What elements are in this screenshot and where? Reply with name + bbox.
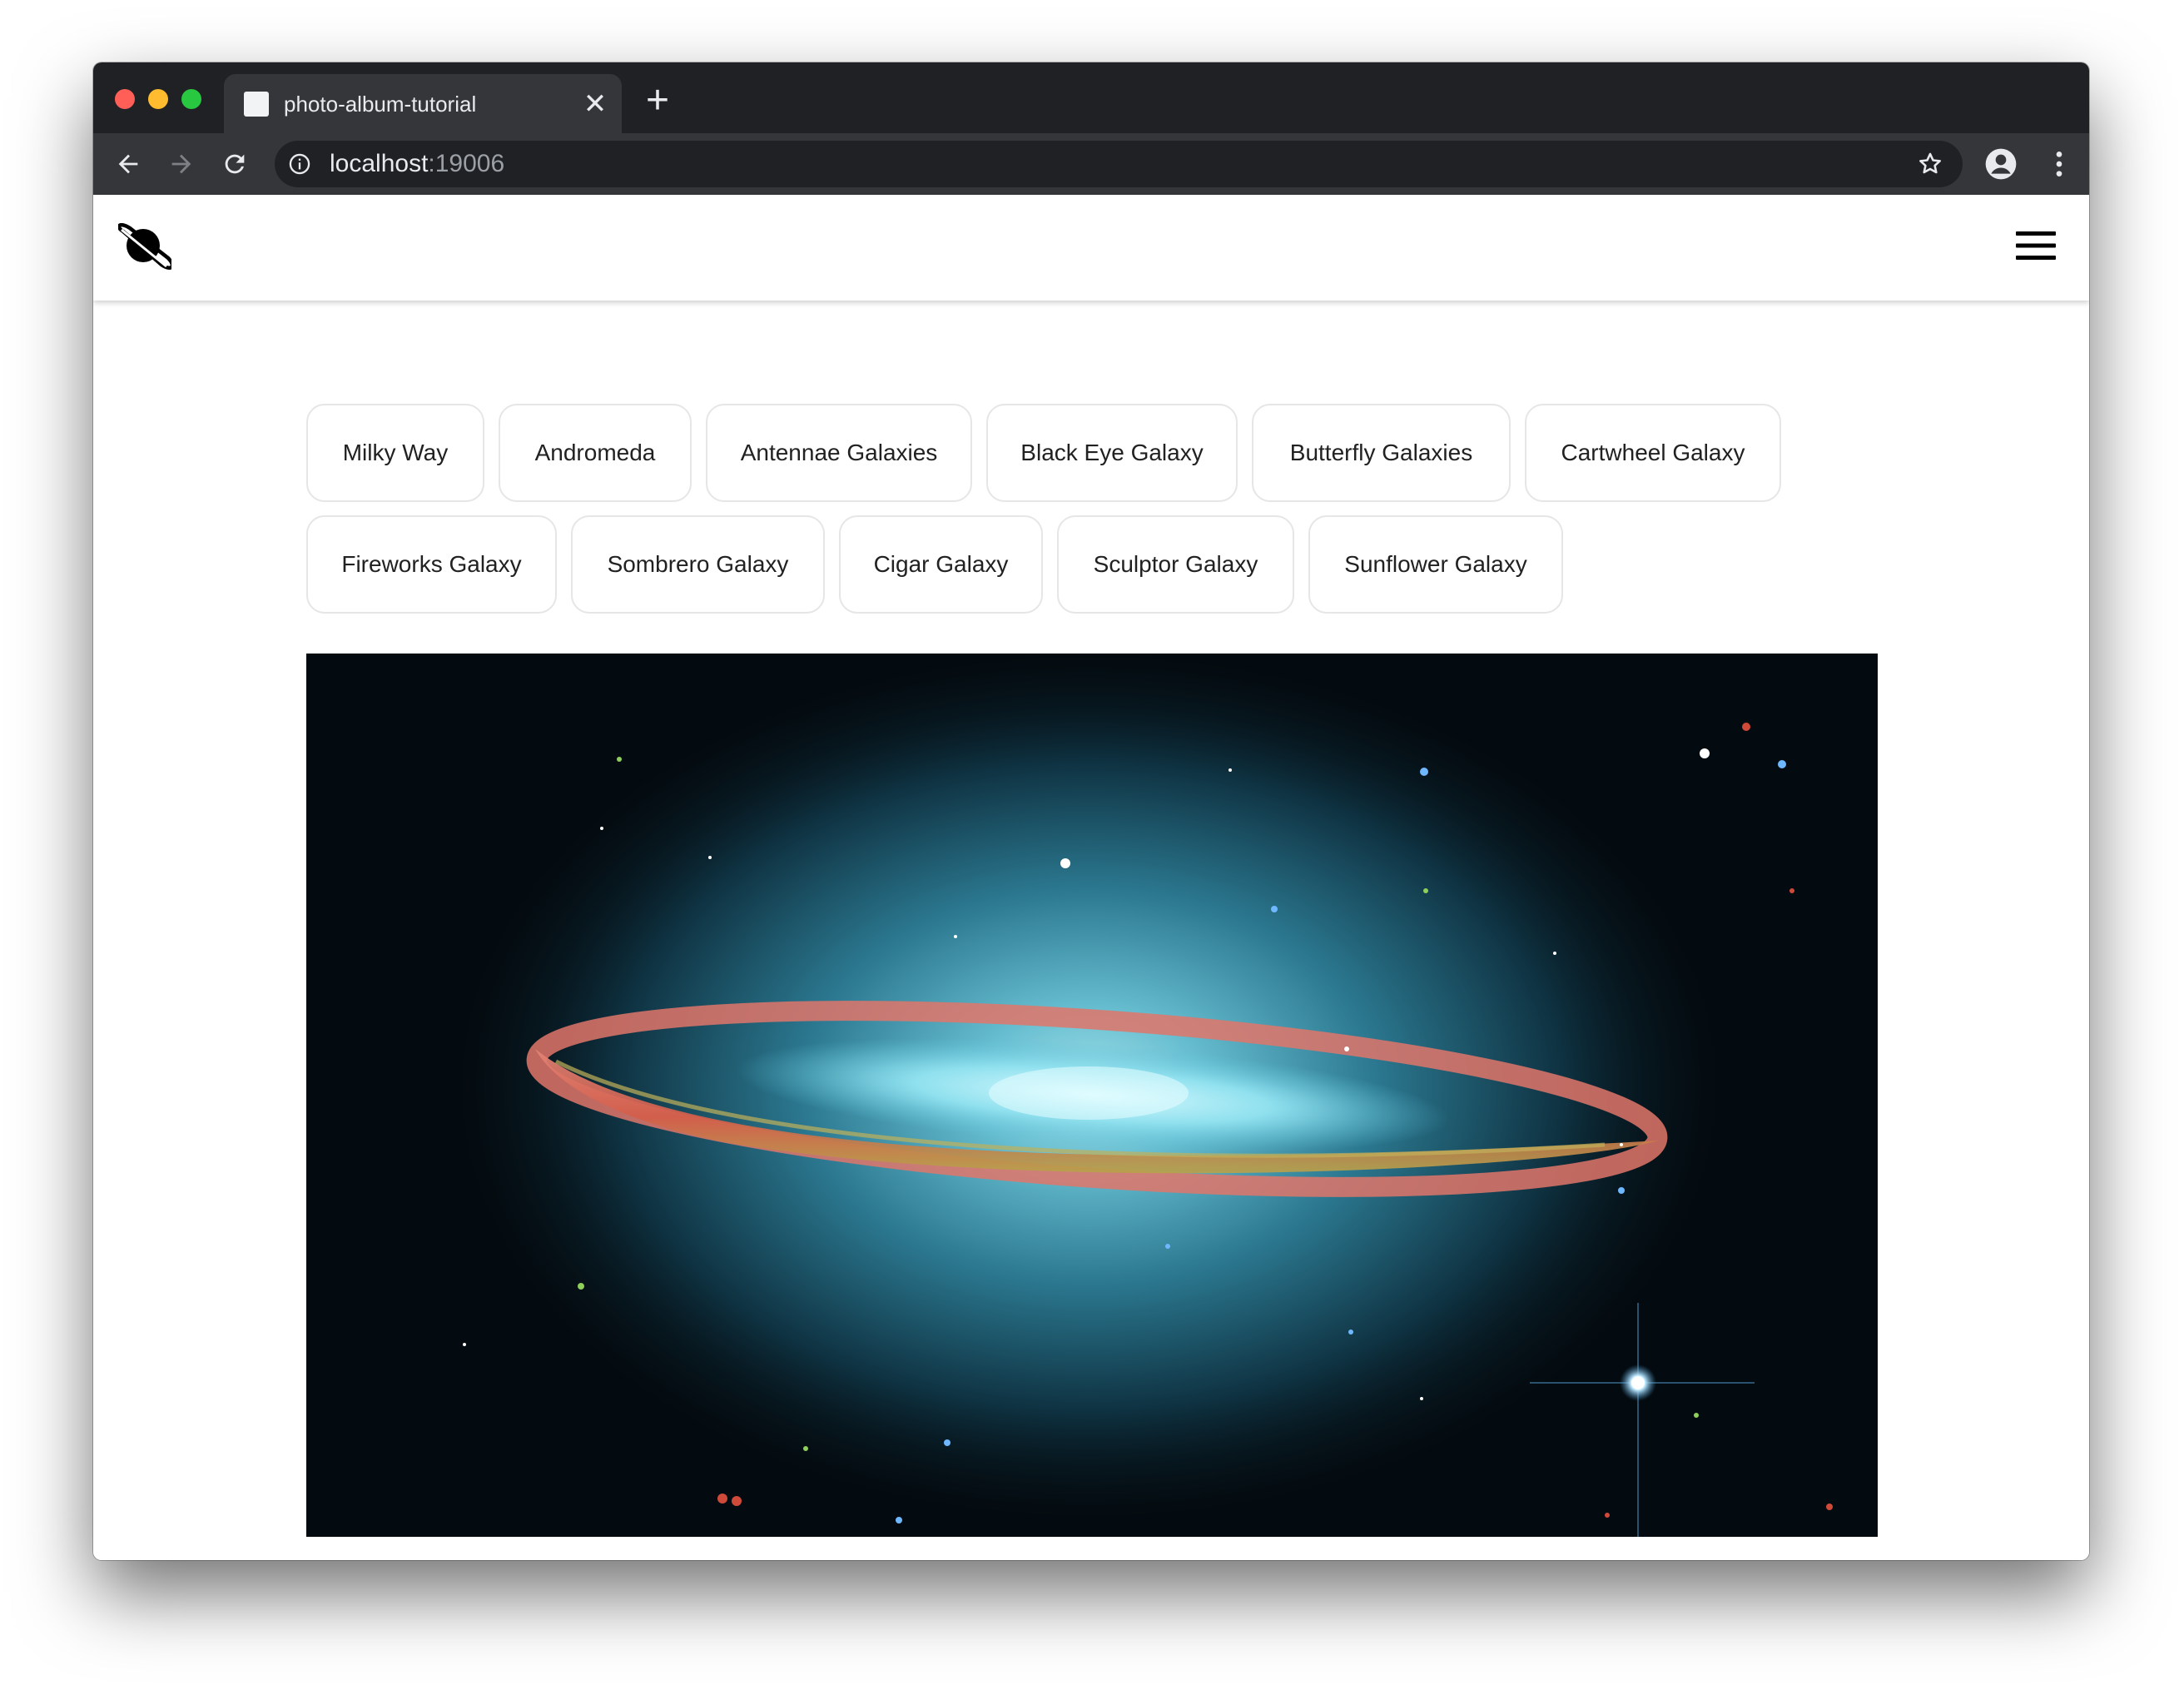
sombrero-galaxy-image xyxy=(306,654,1878,1537)
bookmark-star-icon[interactable] xyxy=(1916,150,1944,178)
galaxy-filter-chips: Milky Way Andromeda Antennae Galaxies Bl… xyxy=(306,404,1781,614)
more-menu-icon[interactable] xyxy=(2043,147,2076,181)
url-text[interactable]: localhost:19006 xyxy=(330,151,504,177)
chip-sunflower-galaxy[interactable]: Sunflower Galaxy xyxy=(1308,515,1563,614)
forward-button[interactable] xyxy=(163,146,200,182)
browser-window: photo-album-tutorial ✕ + localhost:19006… xyxy=(93,62,2089,1560)
chip-black-eye-galaxy[interactable]: Black Eye Galaxy xyxy=(986,404,1238,502)
galaxy-photo xyxy=(306,654,1878,1537)
chip-andromeda[interactable]: Andromeda xyxy=(499,404,692,502)
chip-butterfly-galaxies[interactable]: Butterfly Galaxies xyxy=(1252,404,1511,502)
url-port: :19006 xyxy=(428,150,505,177)
page-content: Milky Way Andromeda Antennae Galaxies Bl… xyxy=(93,195,2089,1560)
chip-cigar-galaxy[interactable]: Cigar Galaxy xyxy=(839,515,1043,614)
reload-icon xyxy=(225,154,245,174)
tab-title: photo-album-tutorial xyxy=(284,92,477,117)
back-button[interactable] xyxy=(110,146,146,182)
app-header xyxy=(93,195,2089,301)
address-bar[interactable]: localhost:19006 xyxy=(275,141,1963,187)
maximize-window-button[interactable] xyxy=(181,89,201,109)
new-tab-button[interactable]: + xyxy=(641,81,674,121)
chip-fireworks-galaxy[interactable]: Fireworks Galaxy xyxy=(306,515,557,614)
favicon-icon xyxy=(244,92,269,117)
close-tab-icon[interactable]: ✕ xyxy=(580,89,610,119)
info-icon[interactable] xyxy=(288,152,311,176)
arrow-left-icon xyxy=(118,154,138,174)
tab-strip: photo-album-tutorial ✕ + xyxy=(93,62,2089,133)
chip-antennae-galaxies[interactable]: Antennae Galaxies xyxy=(706,404,972,502)
chip-milky-way[interactable]: Milky Way xyxy=(306,404,484,502)
chip-sombrero-galaxy[interactable]: Sombrero Galaxy xyxy=(571,515,825,614)
hamburger-menu-icon[interactable] xyxy=(2014,228,2057,263)
close-window-button[interactable] xyxy=(115,89,135,109)
profile-icon[interactable] xyxy=(1984,147,2018,181)
browser-tab[interactable]: photo-album-tutorial ✕ xyxy=(224,74,622,133)
arrow-right-icon xyxy=(171,154,191,174)
url-host: localhost xyxy=(330,150,429,177)
chip-cartwheel-galaxy[interactable]: Cartwheel Galaxy xyxy=(1525,404,1781,502)
browser-toolbar: localhost:19006 xyxy=(93,133,2089,195)
chip-sculptor-galaxy[interactable]: Sculptor Galaxy xyxy=(1057,515,1294,614)
reload-button[interactable] xyxy=(216,146,253,182)
planet-icon[interactable] xyxy=(118,223,171,271)
minimize-window-button[interactable] xyxy=(148,89,168,109)
